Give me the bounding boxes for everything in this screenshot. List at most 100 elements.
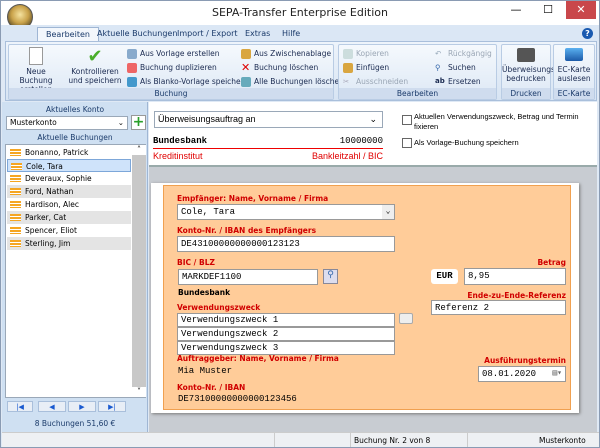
sender-name: Mia Muster: [178, 366, 233, 376]
copy-button[interactable]: Kopieren: [343, 49, 389, 59]
blz-label: Bankleitzahl / BIC: [311, 151, 383, 161]
scissors-icon: ✂: [343, 77, 350, 86]
list-item[interactable]: Bonanno, Patrick: [7, 146, 131, 159]
delete-all-icon: [241, 77, 251, 87]
replace-icon: ab: [435, 77, 445, 85]
purpose-line-1[interactable]: Verwendungszweck 1: [177, 313, 395, 327]
paste-icon: [343, 63, 353, 73]
list-item[interactable]: Sterling, Jim: [7, 237, 131, 250]
delete-all-button[interactable]: Alle Buchungen löschen: [241, 77, 344, 87]
previous-record-button[interactable]: ◀: [38, 401, 66, 412]
chevron-down-icon: ⌄: [369, 114, 377, 124]
list-item[interactable]: Spencer, Eliot: [7, 224, 131, 237]
bookings-list: Bonanno, Patrick Cole, Tara Deveraux, So…: [5, 144, 146, 398]
bank-name: Bundesbank: [153, 136, 208, 146]
print-button[interactable]: Überweisungsträger bedrucken: [502, 48, 578, 83]
undo-button[interactable]: ↶ Rückgängig: [435, 49, 492, 59]
group-label: Drucken: [502, 88, 550, 99]
last-record-button[interactable]: ▶|: [98, 401, 126, 412]
list-item[interactable]: Deveraux, Sophie: [7, 172, 131, 185]
check-save-button[interactable]: ✔ Kontrollieren und speichern: [65, 46, 125, 86]
recipient-label: Empfänger: Name, Vorname / Firma: [177, 194, 329, 203]
group-ec-karte: EC-Karte auslesen EC-Karte: [553, 44, 595, 100]
calendar-icon[interactable]: ▤▾: [552, 367, 562, 381]
add-account-button[interactable]: +: [131, 115, 146, 130]
read-card-button[interactable]: EC-Karte auslesen: [554, 48, 594, 83]
list-item[interactable]: Ford, Nathan: [7, 185, 131, 198]
date-input[interactable]: 08.01.2020 ▤▾: [478, 366, 566, 382]
list-scrollbar[interactable]: ˄ ˅: [132, 145, 146, 397]
maximize-button[interactable]: ☐: [533, 1, 563, 19]
bic-bank-name: Bundesbank: [178, 288, 231, 297]
chevron-down-icon: ⌄: [117, 118, 124, 127]
account-header: Aktuelles Konto: [45, 105, 105, 114]
eraser-icon[interactable]: [399, 313, 413, 324]
fix-values-checkbox[interactable]: [402, 115, 412, 125]
booking-icon: [11, 163, 22, 170]
account-status: Musterkonto: [539, 436, 586, 445]
booking-icon: [10, 149, 21, 156]
order-type-select[interactable]: Überweisungsauftrag an ⌄: [154, 111, 383, 128]
bank-label: Kreditinstitut: [153, 151, 203, 161]
reference-label: Ende-zu-Ende-Referenz: [467, 291, 566, 300]
replace-button[interactable]: ab Ersetzen: [435, 77, 481, 87]
first-record-button[interactable]: |◀: [7, 401, 33, 412]
delete-booking-button[interactable]: ✕ Buchung löschen: [241, 61, 318, 74]
tab-import-export[interactable]: Import / Export: [169, 27, 246, 41]
delete-x-icon: ✕: [241, 61, 251, 74]
tab-hilfe[interactable]: Hilfe: [274, 27, 308, 41]
account-select[interactable]: Musterkonto ⌄: [6, 116, 128, 130]
currency-label: EUR: [431, 269, 458, 284]
reference-input[interactable]: Referenz 2: [431, 300, 566, 315]
bookings-summary: 8 Buchungen 51,60 €: [34, 419, 116, 428]
tab-extras[interactable]: Extras: [237, 27, 278, 41]
template-icon: [127, 49, 137, 59]
list-item[interactable]: Cole, Tara: [7, 159, 131, 172]
save-template-checkbox[interactable]: [402, 138, 412, 148]
iban-input[interactable]: DE43100000000000123123: [177, 236, 395, 252]
bic-input[interactable]: MARKDEF1100: [178, 269, 318, 285]
minimize-button[interactable]: —: [501, 1, 531, 19]
new-document-icon: [29, 47, 43, 65]
recipient-input[interactable]: Cole, Tara ⌄: [177, 204, 395, 220]
booking-icon: [10, 227, 21, 234]
group-label: Buchung: [9, 88, 333, 99]
from-template-button[interactable]: Aus Vorlage erstellen: [127, 49, 220, 59]
duplicate-button[interactable]: Buchung duplizieren: [127, 63, 217, 73]
bookings-header: Aktuelle Buchungen: [37, 133, 113, 142]
sender-iban: DE73100000000000123456: [178, 394, 297, 404]
checkmark-icon: ✔: [87, 46, 103, 67]
title-bar: SEPA-Transfer Enterprise Edition — ☐ ✕: [1, 1, 599, 30]
search-button[interactable]: ⚲ Suchen: [435, 63, 476, 73]
bank-header: Überweisungsauftrag an ⌄ Bundesbank 10000…: [149, 102, 597, 167]
list-item[interactable]: Parker, Cat: [7, 211, 131, 224]
amount-label: Betrag: [537, 258, 566, 267]
duplicate-icon: [127, 63, 137, 73]
new-booking-button[interactable]: Neue Buchung erstellen: [11, 47, 61, 94]
date-label: Ausführungstermin: [484, 356, 566, 365]
undo-icon: ↶: [435, 49, 442, 58]
sender-iban-label: Konto-Nr. / IBAN: [177, 383, 246, 392]
from-clipboard-button[interactable]: Aus Zwischenablage: [241, 49, 331, 59]
group-drucken: Überweisungsträger bedrucken Drucken: [501, 44, 578, 100]
scroll-up-icon[interactable]: ˄: [132, 145, 146, 155]
bic-label: BIC / BLZ: [177, 258, 215, 267]
purpose-line-3[interactable]: Verwendungszweck 3: [177, 341, 395, 355]
cut-button[interactable]: ✂ Ausschneiden: [343, 77, 408, 87]
booking-icon: [10, 214, 21, 221]
help-icon[interactable]: ?: [582, 28, 593, 39]
purpose-line-2[interactable]: Verwendungszweck 2: [177, 327, 395, 341]
group-bearbeiten: Kopieren Einfügen ✂ Ausschneiden ↶ Rückgän…: [338, 44, 497, 100]
scroll-down-icon[interactable]: ˅: [132, 387, 146, 397]
list-item[interactable]: Hardison, Alec: [7, 198, 131, 211]
paste-button[interactable]: Einfügen: [343, 63, 389, 73]
chevron-down-icon[interactable]: ⌄: [382, 205, 394, 219]
bic-lookup-button[interactable]: ⚲: [323, 269, 338, 284]
group-label: EC-Karte: [554, 88, 594, 99]
sender-label: Auftraggeber: Name, Vorname / Firma: [177, 354, 339, 363]
blank-template-button[interactable]: Als Blanko-Vorlage speichern: [127, 77, 248, 87]
amount-input[interactable]: 8,95: [464, 268, 566, 285]
close-button[interactable]: ✕: [566, 1, 596, 19]
search-icon: ⚲: [435, 63, 441, 72]
next-record-button[interactable]: ▶: [68, 401, 96, 412]
